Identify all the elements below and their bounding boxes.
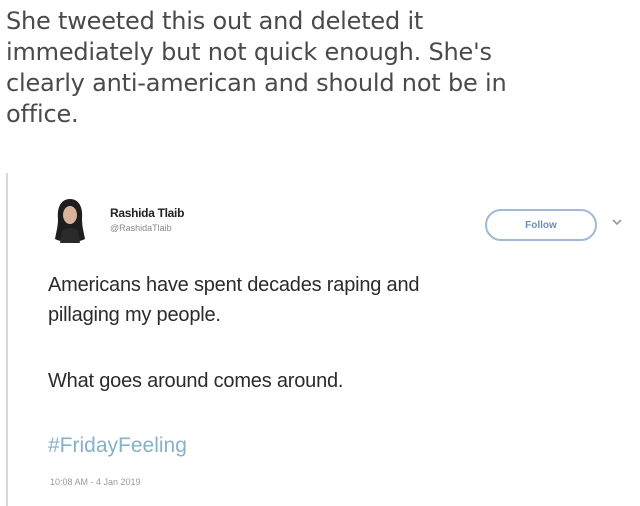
caption-line: clearly anti-american and should not be … bbox=[6, 69, 507, 97]
chevron-down-icon[interactable] bbox=[610, 215, 624, 229]
caption-line: immediately but not quick enough. She's bbox=[6, 38, 492, 66]
follow-button[interactable]: Follow bbox=[485, 209, 597, 241]
avatar[interactable] bbox=[49, 193, 91, 245]
tweet-text-line: pillaging my people. bbox=[48, 304, 221, 326]
caption-line: She tweeted this out and deleted it bbox=[6, 7, 424, 35]
author-name[interactable]: Rashida Tlaib bbox=[110, 206, 184, 220]
caption-line: office. bbox=[6, 100, 79, 128]
tweet-text-line: Americans have spent decades raping and bbox=[48, 274, 420, 296]
author-handle[interactable]: @RashidaTlaib bbox=[110, 223, 172, 233]
caption-text: She tweeted this out and deleted it imme… bbox=[0, 0, 628, 130]
meme-screenshot: She tweeted this out and deleted it imme… bbox=[0, 0, 640, 506]
hashtag-link[interactable]: #FridayFeeling bbox=[48, 434, 187, 458]
tweet-text-line: What goes around comes around. bbox=[48, 370, 344, 392]
tweet-timestamp[interactable]: 10:08 AM - 4 Jan 2019 bbox=[50, 477, 141, 487]
